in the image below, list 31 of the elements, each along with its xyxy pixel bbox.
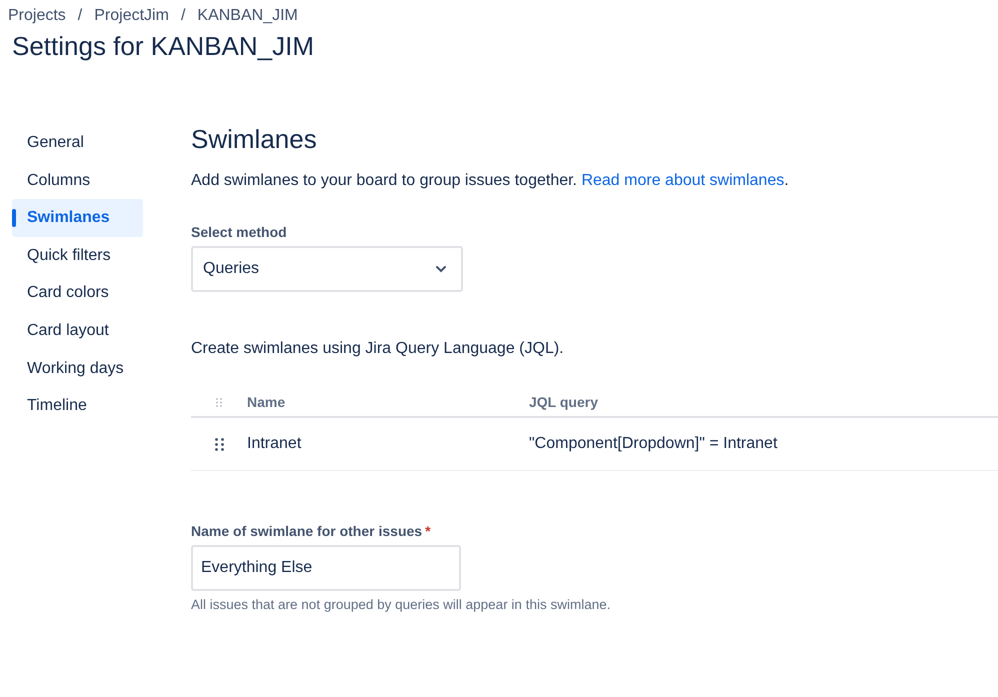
read-more-link[interactable]: Read more about swimlanes: [581, 172, 784, 189]
breadcrumb-separator: /: [78, 7, 82, 25]
field-label: Select method: [191, 224, 288, 240]
breadcrumb-separator: /: [180, 7, 186, 25]
sidebar-item[interactable]: Swimlanes: [12, 199, 143, 237]
page-title: Settings for KANBAN_JIM: [12, 31, 315, 62]
description-text: Add swimlanes to your board to group issues together. Read more about swimlanes.: [191, 172, 790, 190]
section-heading: Swimlanes: [191, 124, 318, 154]
jql-note: Create swimlanes using Jira Query Language (JQL).: [191, 340, 565, 358]
drag-handle-icon[interactable]: [214, 438, 224, 450]
column-header: JQL query: [529, 394, 598, 410]
required-mark: *: [425, 523, 431, 539]
breadcrumb-link[interactable]: KANBAN_JIM: [197, 7, 298, 25]
sidebar-item[interactable]: Card layout: [12, 312, 143, 350]
field-label: Name of swimlane for other issues: [191, 523, 422, 539]
sidebar-item[interactable]: Timeline: [12, 387, 143, 425]
method-dropdown[interactable]: Queries: [191, 246, 463, 292]
help-text: All issues that are not grouped by queries will appear in this swimlane.: [191, 597, 612, 612]
breadcrumb-link[interactable]: ProjectJim: [94, 7, 169, 25]
sidebar-item[interactable]: General: [12, 124, 143, 162]
breadcrumb-link[interactable]: Projects: [8, 7, 66, 25]
table-cell: "Component[Dropdown]" = Intranet: [529, 435, 778, 453]
table-cell-text: Intranet: [247, 435, 302, 453]
sidebar-item[interactable]: Columns: [12, 162, 143, 200]
chevron-down-icon: [435, 265, 447, 273]
sidebar-item[interactable]: Card colors: [12, 274, 143, 312]
sidebar-item[interactable]: Quick filters: [12, 236, 143, 274]
drag-handle-icon: [216, 398, 222, 406]
sidebar-item[interactable]: Working days: [12, 350, 143, 388]
swimlane-name-field[interactable]: Everything Else: [191, 545, 461, 591]
column-header: Name: [247, 394, 286, 410]
